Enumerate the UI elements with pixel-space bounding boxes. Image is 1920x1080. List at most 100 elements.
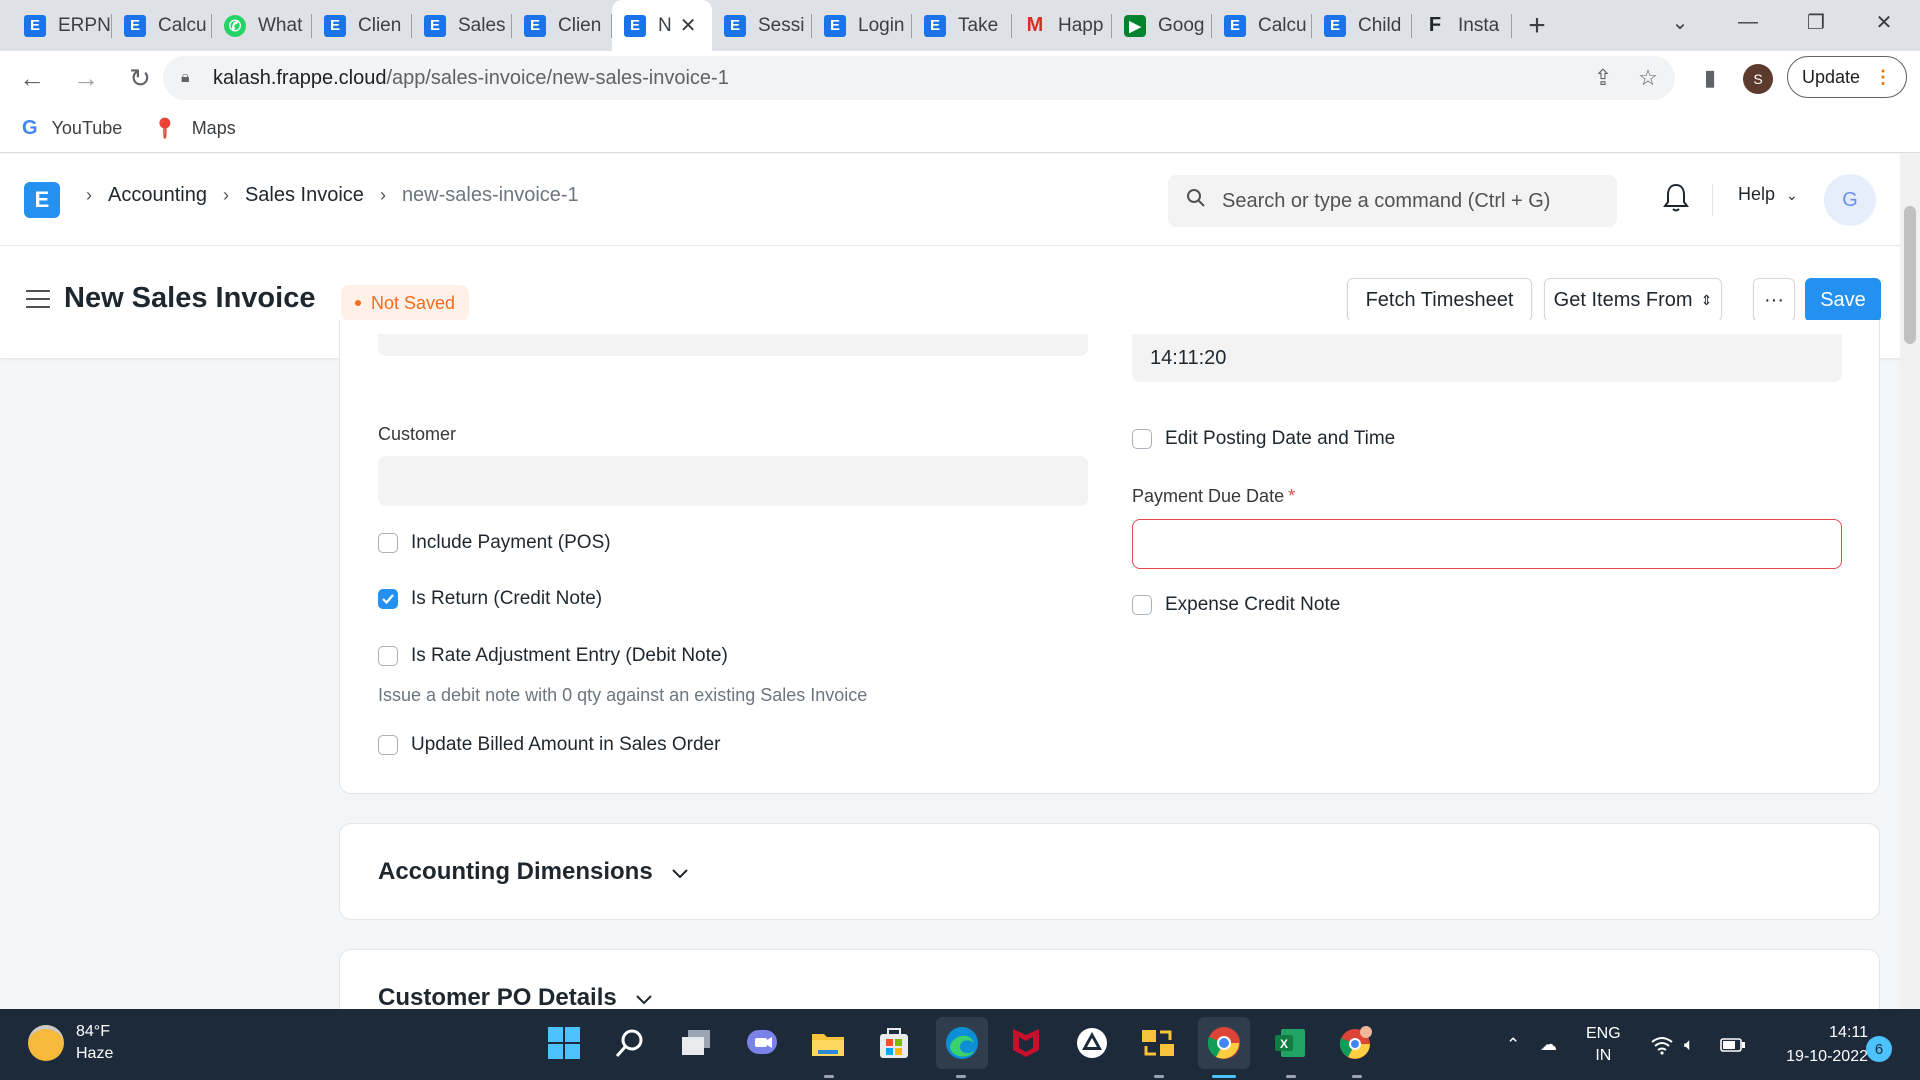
volume-icon[interactable]: 🔈︎ — [1684, 1009, 1694, 1080]
address-bar-row: ← → ↻ 🔒︎ kalash.frappe.cloud/app/sales-i… — [0, 51, 1920, 105]
browser-tab[interactable]: E Login — [812, 0, 912, 51]
close-tab-icon[interactable]: ✕ — [680, 13, 697, 38]
forward-icon[interactable]: → — [64, 56, 108, 100]
get-items-from-button[interactable]: Get Items From ⇕ — [1544, 278, 1722, 322]
expense-credit-checkbox[interactable]: Expense Credit Note — [1132, 594, 1340, 616]
edit-posting-checkbox[interactable]: Edit Posting Date and Time — [1132, 428, 1395, 450]
posting-time-field[interactable]: 14:11:20 — [1132, 334, 1842, 382]
bookmark-maps[interactable]: 📍︎ Maps — [152, 116, 235, 141]
gmail-icon: M — [1026, 14, 1044, 36]
erpnext-icon: E — [124, 14, 146, 37]
bookmark-youtube[interactable]: G YouTube — [22, 117, 122, 140]
fetch-timesheet-button[interactable]: Fetch Timesheet — [1347, 278, 1532, 322]
tab-search-icon[interactable]: ⌄ — [1650, 0, 1710, 44]
series-field[interactable] — [378, 334, 1088, 356]
breadcrumb: › Accounting › Sales Invoice › new-sales… — [78, 184, 579, 207]
running-indicator — [1352, 1075, 1362, 1078]
mcafee-icon[interactable] — [1006, 1023, 1046, 1063]
minimize-icon[interactable]: — — [1718, 0, 1778, 44]
customer-field[interactable] — [378, 456, 1088, 506]
browser-tab[interactable]: E Take — [912, 0, 1012, 51]
notification-count-badge[interactable]: 6 — [1866, 1036, 1892, 1062]
update-billed-checkbox[interactable]: Update Billed Amount in Sales Order — [378, 734, 720, 756]
user-avatar[interactable]: G — [1824, 174, 1876, 226]
system-clock[interactable]: 14:11 19-10-2022 — [1764, 1021, 1868, 1069]
search-input[interactable]: Search or type a command (Ctrl + G) — [1168, 175, 1617, 227]
url-input[interactable]: 🔒︎ kalash.frappe.cloud/app/sales-invoice… — [163, 56, 1675, 100]
teams-chat-icon[interactable] — [742, 1023, 782, 1063]
browser-tab[interactable]: M Happ — [1012, 0, 1112, 51]
edge-icon[interactable] — [936, 1017, 988, 1069]
browser-tab[interactable]: ▶ Goog — [1112, 0, 1212, 51]
erpnext-icon: E — [724, 14, 746, 37]
browser-tab[interactable]: E Sales — [412, 0, 512, 51]
browser-tab[interactable]: E Calcu — [1212, 0, 1312, 51]
weather-desc: Haze — [76, 1045, 114, 1062]
bookmark-star-icon[interactable]: ☆ — [1628, 56, 1668, 100]
battery-icon[interactable] — [1720, 1009, 1746, 1080]
show-hidden-icons[interactable]: ⌃ — [1506, 1009, 1520, 1080]
start-icon[interactable] — [544, 1023, 584, 1063]
task-view-icon[interactable] — [676, 1023, 716, 1063]
help-dropdown[interactable]: Help ⌄ — [1738, 184, 1798, 205]
notification-bell-icon[interactable] — [1662, 182, 1694, 218]
browser-tab[interactable]: E Sessi — [712, 0, 812, 51]
more-actions-button[interactable]: ··· — [1753, 278, 1795, 322]
close-window-icon[interactable]: ✕ — [1854, 0, 1914, 44]
browser-tab[interactable]: ✆ What — [212, 0, 312, 51]
browser-tab[interactable]: E Clien — [512, 0, 612, 51]
search-icon[interactable] — [610, 1023, 650, 1063]
tab-label: Child — [1358, 14, 1402, 36]
page-title: New Sales Invoice — [64, 282, 316, 314]
rate-adjustment-checkbox[interactable]: Is Rate Adjustment Entry (Debit Note) — [378, 645, 728, 667]
transfer-app-icon[interactable] — [1138, 1023, 1178, 1063]
vpn-app-icon[interactable] — [1072, 1023, 1112, 1063]
tab-label: Sales — [458, 14, 506, 36]
page-scrollbar-thumb[interactable] — [1904, 206, 1916, 344]
weather-haze-icon — [28, 1025, 64, 1061]
save-button[interactable]: Save — [1805, 278, 1881, 322]
store-icon[interactable] — [874, 1023, 914, 1063]
rate-adjustment-help: Issue a debit note with 0 qty against an… — [378, 685, 868, 705]
browser-tab[interactable]: E Calcu — [112, 0, 212, 51]
section-header[interactable]: Accounting Dimensions — [378, 858, 689, 886]
browser-tab[interactable]: F Insta — [1412, 0, 1512, 51]
breadcrumb-accounting[interactable]: Accounting — [108, 184, 207, 207]
include-payment-label: Include Payment (POS) — [411, 532, 611, 553]
section-header[interactable]: Customer PO Details — [378, 984, 653, 1012]
tab-label: Clien — [358, 14, 402, 36]
breadcrumb-sales-invoice[interactable]: Sales Invoice — [245, 184, 364, 207]
payment-due-date-field[interactable] — [1132, 519, 1842, 569]
sidebar-toggle-icon[interactable] — [26, 290, 50, 314]
weather-widget[interactable]: 84°F Haze — [28, 1021, 113, 1065]
section-title: Accounting Dimensions — [378, 858, 653, 885]
browser-tab[interactable]: E Clien — [312, 0, 412, 51]
erpnext-icon: E — [324, 14, 346, 37]
side-panel-icon[interactable]: ▮ — [1690, 56, 1730, 100]
chrome-icon[interactable] — [1198, 1017, 1250, 1069]
update-button[interactable]: Update ⋮ — [1787, 56, 1907, 98]
chrome-profile-icon[interactable] — [1336, 1023, 1376, 1063]
profile-avatar[interactable]: S — [1743, 64, 1773, 94]
browser-tab[interactable]: E ERPN — [12, 0, 112, 51]
update-label: Update — [1801, 66, 1861, 87]
onedrive-icon[interactable]: ☁︎ — [1540, 1009, 1557, 1080]
browser-tab[interactable]: E Child — [1312, 0, 1412, 51]
back-icon[interactable]: ← — [10, 56, 54, 100]
reload-icon[interactable]: ↻ — [118, 56, 162, 100]
file-explorer-icon[interactable] — [808, 1023, 848, 1063]
accounting-dimensions-section[interactable]: Accounting Dimensions — [339, 823, 1880, 920]
wifi-icon[interactable] — [1650, 1009, 1674, 1080]
checkbox-box — [1132, 595, 1152, 615]
restore-icon[interactable]: ❐ — [1786, 0, 1846, 44]
language-indicator[interactable]: ENG IN — [1586, 1009, 1621, 1080]
is-return-checkbox[interactable]: Is Return (Credit Note) — [378, 588, 602, 610]
navbar-divider — [1712, 184, 1713, 216]
required-indicator: * — [1288, 486, 1296, 506]
include-payment-checkbox[interactable]: Include Payment (POS) — [378, 532, 611, 554]
browser-tab[interactable]: E N ✕ — [612, 0, 712, 51]
share-icon[interactable]: ⇪ — [1583, 56, 1623, 100]
app-logo[interactable]: E — [24, 182, 60, 218]
new-tab-button[interactable]: + — [1512, 0, 1562, 51]
excel-icon[interactable]: X — [1270, 1023, 1310, 1063]
